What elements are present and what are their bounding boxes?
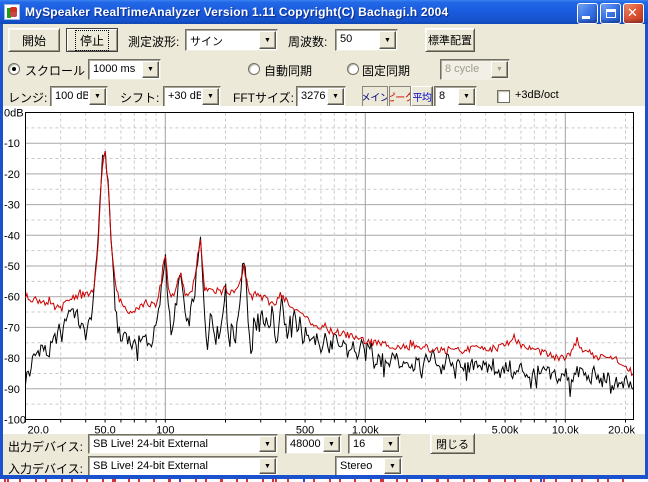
svg-text:-30: -30 — [4, 200, 20, 212]
output-device-select[interactable]: SB Live! 24-bit External ▼ — [88, 434, 278, 454]
svg-text:1.00k: 1.00k — [352, 425, 379, 435]
fixed-sync-label: 固定同期 — [362, 62, 410, 79]
spectrum-chart-panel: 0dB -10 -20 -30 -40 -50 -60 -70 -80 -90 -10020.0 50… — [3, 106, 645, 434]
window-border-left — [0, 24, 3, 479]
app-window: MySpeaker RealTimeAnalyzer Version 1.11 … — [0, 0, 648, 482]
cycle-select: 8 cycle ▼ — [440, 59, 510, 80]
fft-size-value: 32768 — [297, 87, 326, 106]
range-value: 100 dB — [51, 87, 88, 106]
channels-value: Stereo — [336, 457, 383, 475]
input-device-value: SB Live! 24-bit External — [89, 457, 258, 475]
svg-text:5.00k: 5.00k — [492, 425, 519, 435]
close-window-button[interactable]: 閉じる — [430, 433, 475, 454]
dropdown-arrow-icon[interactable]: ▼ — [327, 88, 344, 105]
auto-sync-label: 自動同期 — [264, 62, 312, 79]
svg-text:50.0: 50.0 — [94, 425, 115, 435]
frequency-select[interactable]: 50 ▼ — [335, 29, 398, 51]
svg-text:10.0k: 10.0k — [552, 425, 579, 435]
app-icon — [4, 4, 20, 20]
peak-toggle-button[interactable]: ピーク — [389, 86, 411, 107]
main-toggle-button[interactable]: メイン — [362, 86, 388, 107]
fft-size-label: FFTサイズ: — [233, 89, 294, 106]
stop-button[interactable]: 停止 — [66, 28, 118, 52]
sample-rate-value: 48000 — [286, 435, 322, 453]
maximize-button[interactable] — [600, 3, 621, 24]
auto-sync-radio[interactable] — [248, 63, 260, 75]
maximize-icon — [606, 9, 616, 18]
average-count-value: 8 — [435, 87, 457, 106]
minimize-button[interactable] — [577, 3, 598, 24]
minimize-icon — [582, 16, 590, 19]
svg-text:-80: -80 — [4, 353, 20, 365]
dropdown-arrow-icon[interactable]: ▼ — [89, 88, 106, 105]
channels-select[interactable]: Stereo ▼ — [335, 456, 403, 476]
dropdown-arrow-icon[interactable]: ▼ — [323, 436, 340, 452]
spectrum-chart: 0dB -10 -20 -30 -40 -50 -60 -70 -80 -90 -10020.0 50… — [3, 106, 645, 434]
svg-text:500: 500 — [296, 425, 314, 435]
svg-text:-60: -60 — [4, 292, 20, 304]
output-device-value: SB Live! 24-bit External — [89, 435, 258, 453]
cycle-value: 8 cycle — [441, 60, 490, 79]
scroll-interval-value: 1000 ms — [89, 60, 141, 79]
oct-checkbox-label: +3dB/oct — [515, 89, 559, 101]
fixed-sync-radio[interactable] — [347, 63, 359, 75]
input-device-select[interactable]: SB Live! 24-bit External ▼ — [88, 456, 278, 476]
oct-checkbox[interactable] — [497, 90, 510, 103]
window-title: MySpeaker RealTimeAnalyzer Version 1.11 … — [25, 5, 448, 19]
dropdown-arrow-icon: ▼ — [491, 61, 508, 78]
close-button[interactable]: ✕ — [623, 3, 644, 24]
svg-text:20.0k: 20.0k — [608, 425, 635, 435]
range-label: レンジ: — [8, 89, 47, 106]
bit-depth-select[interactable]: 16 ▼ — [348, 434, 401, 454]
waveform-label: 測定波形: — [128, 33, 179, 50]
svg-text:20.0: 20.0 — [28, 425, 49, 435]
dropdown-arrow-icon[interactable]: ▼ — [259, 31, 276, 49]
shift-select[interactable]: +30 dB ▼ — [163, 86, 221, 107]
frequency-label: 周波数: — [288, 33, 327, 50]
waveform-select[interactable]: サイン ▼ — [185, 29, 278, 51]
standard-layout-button[interactable]: 標準配置 — [425, 28, 475, 52]
dropdown-arrow-icon[interactable]: ▼ — [379, 31, 396, 49]
dropdown-arrow-icon[interactable]: ▼ — [382, 436, 399, 452]
title-bar[interactable]: MySpeaker RealTimeAnalyzer Version 1.11 … — [0, 0, 648, 24]
range-select[interactable]: 100 dB ▼ — [50, 86, 108, 107]
frequency-value: 50 — [336, 30, 378, 50]
average-count-select[interactable]: 8 ▼ — [434, 86, 477, 107]
svg-text:0dB: 0dB — [4, 108, 24, 120]
sample-rate-select[interactable]: 48000 ▼ — [285, 434, 342, 454]
svg-text:-50: -50 — [4, 261, 20, 273]
svg-text:100: 100 — [156, 425, 174, 435]
dropdown-arrow-icon[interactable]: ▼ — [202, 88, 219, 105]
svg-text:-100: -100 — [4, 415, 26, 427]
start-button[interactable]: 開始 — [8, 28, 60, 52]
svg-text:-90: -90 — [4, 384, 20, 396]
dropdown-arrow-icon[interactable]: ▼ — [259, 436, 276, 452]
dropdown-arrow-icon[interactable]: ▼ — [384, 458, 401, 474]
svg-text:-40: -40 — [4, 230, 20, 242]
bit-depth-value: 16 — [349, 435, 381, 453]
scroll-interval-select[interactable]: 1000 ms ▼ — [88, 59, 161, 80]
average-toggle-button[interactable]: 平均 — [411, 86, 433, 107]
fft-size-select[interactable]: 32768 ▼ — [296, 86, 346, 107]
shift-label: シフト: — [120, 89, 159, 106]
output-device-label: 出力デバイス: — [8, 438, 83, 455]
waveform-value: サイン — [186, 30, 258, 50]
dropdown-arrow-icon[interactable]: ▼ — [259, 458, 276, 474]
scroll-radio-label: スクロール — [25, 62, 85, 79]
svg-text:-70: -70 — [4, 322, 20, 334]
svg-text:-20: -20 — [4, 169, 20, 181]
scroll-radio[interactable] — [8, 63, 20, 75]
close-icon: ✕ — [627, 5, 638, 21]
shift-value: +30 dB — [164, 87, 201, 106]
dropdown-arrow-icon[interactable]: ▼ — [142, 61, 159, 78]
svg-text:-10: -10 — [4, 138, 20, 150]
dropdown-arrow-icon[interactable]: ▼ — [458, 88, 475, 105]
